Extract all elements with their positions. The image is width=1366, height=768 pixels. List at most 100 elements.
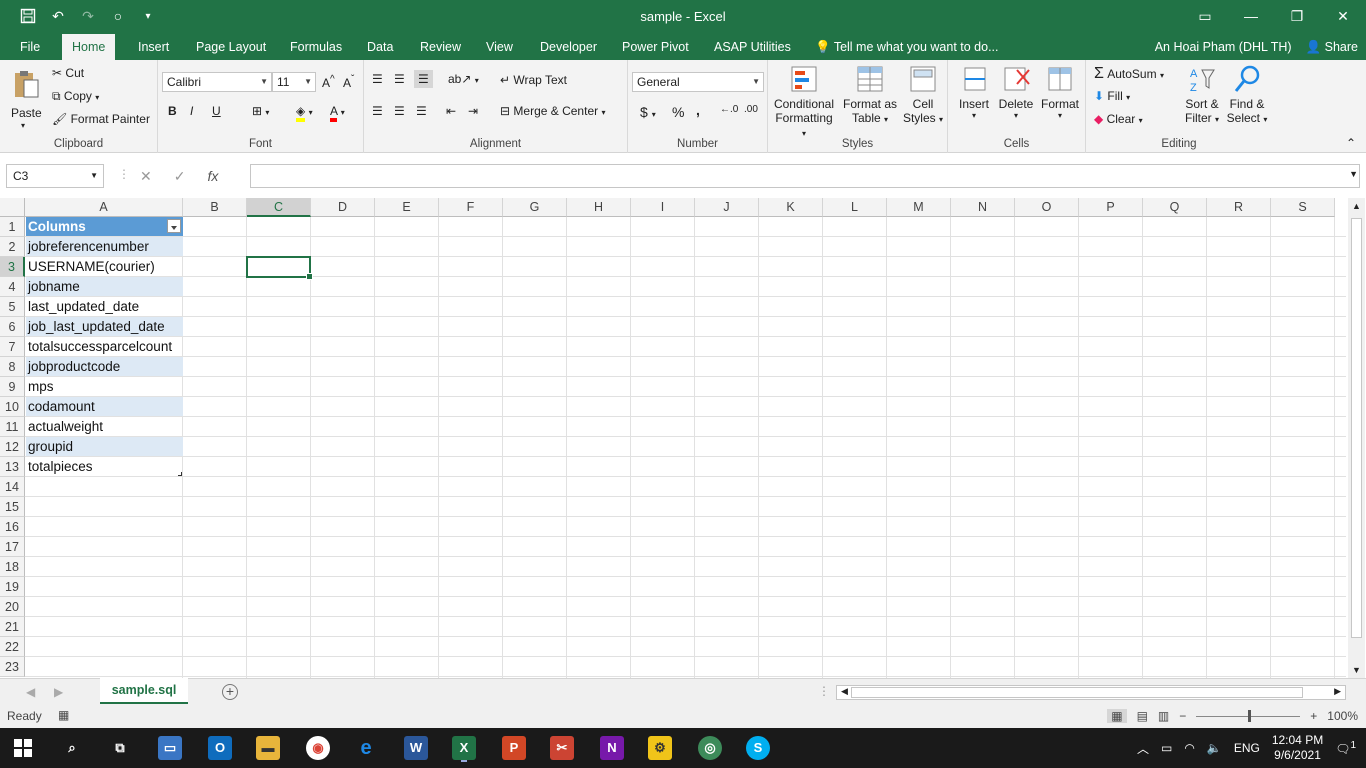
collapse-ribbon-icon[interactable]: ⌃: [1346, 136, 1356, 150]
column-header-c[interactable]: C: [247, 198, 311, 217]
tab-review[interactable]: Review: [410, 34, 471, 60]
decrease-decimal-icon[interactable]: .00: [744, 104, 758, 115]
share-button[interactable]: 👤 Share: [1306, 34, 1358, 60]
normal-view-icon[interactable]: ▦: [1107, 709, 1127, 723]
table-cell[interactable]: jobreferencenumber: [26, 237, 183, 256]
table-cell[interactable]: jobname: [26, 277, 183, 296]
font-size-combo[interactable]: 11 ▼: [272, 72, 316, 92]
table-cell[interactable]: totalsuccessparcelcount: [26, 337, 183, 356]
delete-cells-button[interactable]: Delete ▾: [996, 64, 1036, 120]
vertical-scrollbar[interactable]: ▲ ▼: [1348, 198, 1365, 678]
row-header-2[interactable]: 2: [0, 237, 25, 257]
copy-button[interactable]: ⧉ Copy ▾: [52, 89, 99, 104]
globe-app-icon[interactable]: ◎: [698, 736, 722, 760]
column-header-g[interactable]: G: [503, 198, 567, 217]
bottom-align-icon[interactable]: ☰: [414, 70, 433, 88]
utility-app-icon[interactable]: ⚙: [648, 736, 672, 760]
increase-indent-icon[interactable]: ⇥: [468, 104, 478, 118]
desktop-app-icon[interactable]: ▭: [158, 736, 182, 760]
row-header-18[interactable]: 18: [0, 557, 25, 577]
row-header-8[interactable]: 8: [0, 357, 25, 377]
row-header-4[interactable]: 4: [0, 277, 25, 297]
column-header-k[interactable]: K: [759, 198, 823, 217]
table-cell[interactable]: USERNAME(courier): [26, 257, 183, 276]
italic-button[interactable]: I: [190, 104, 193, 118]
wifi-icon[interactable]: ◠: [1184, 741, 1194, 755]
format-cells-button[interactable]: Format ▾: [1038, 64, 1082, 120]
align-left-icon[interactable]: ☰: [372, 104, 383, 118]
sort-filter-button[interactable]: AZ Sort & Filter ▾: [1182, 64, 1222, 125]
tab-home[interactable]: Home: [62, 34, 116, 60]
tab-page-layout[interactable]: Page Layout: [186, 34, 276, 60]
format-painter-button[interactable]: 🖌 Format Painter: [52, 112, 150, 126]
table-cell[interactable]: codamount: [26, 397, 183, 416]
task-view-icon[interactable]: ⧉: [108, 736, 132, 760]
row-header-21[interactable]: 21: [0, 617, 25, 637]
table-header-cell[interactable]: Columns: [26, 217, 183, 236]
column-header-l[interactable]: L: [823, 198, 887, 217]
select-all-corner[interactable]: [0, 198, 25, 217]
table-cell[interactable]: job_last_updated_date: [26, 317, 183, 336]
active-cell-c3[interactable]: [246, 256, 313, 280]
row-header-15[interactable]: 15: [0, 497, 25, 517]
user-name[interactable]: An Hoai Pham (DHL TH): [1155, 34, 1292, 60]
tab-formulas[interactable]: Formulas: [280, 34, 352, 60]
onenote-icon[interactable]: N: [600, 736, 624, 760]
column-header-i[interactable]: I: [631, 198, 695, 217]
split-handle-icon[interactable]: ⋮: [818, 684, 830, 698]
expand-formula-bar-icon[interactable]: ▼: [1349, 169, 1358, 179]
tab-asap-utilities[interactable]: ASAP Utilities: [704, 34, 801, 60]
middle-align-icon[interactable]: ☰: [394, 72, 405, 86]
row-header-22[interactable]: 22: [0, 637, 25, 657]
search-icon[interactable]: ⌕: [60, 736, 84, 760]
underline-button[interactable]: U: [212, 104, 221, 118]
clock[interactable]: 12:04 PM 9/6/2021: [1272, 733, 1323, 763]
windows-start-icon[interactable]: [14, 739, 32, 760]
bold-button[interactable]: B: [168, 104, 177, 118]
row-header-13[interactable]: 13: [0, 457, 25, 477]
tab-view[interactable]: View: [476, 34, 523, 60]
zoom-in-icon[interactable]: +: [1310, 709, 1317, 723]
row-header-17[interactable]: 17: [0, 537, 25, 557]
macro-record-icon[interactable]: ▦: [58, 708, 69, 722]
column-header-a[interactable]: A: [25, 198, 183, 217]
battery-icon[interactable]: ▭: [1161, 741, 1172, 755]
font-color-button[interactable]: A ▾: [330, 104, 345, 122]
column-header-j[interactable]: J: [695, 198, 759, 217]
fill-button[interactable]: ⬇ Fill ▾: [1094, 89, 1130, 103]
tab-file[interactable]: File: [10, 34, 50, 60]
wrap-text-button[interactable]: ↵ Wrap Text: [500, 73, 567, 87]
row-header-19[interactable]: 19: [0, 577, 25, 597]
ribbon-display-icon[interactable]: ▭: [1182, 0, 1228, 32]
shrink-font-button[interactable]: Aˇ: [343, 74, 354, 90]
increase-decimal-icon[interactable]: ←.0: [720, 104, 738, 115]
tab-power-pivot[interactable]: Power Pivot: [612, 34, 699, 60]
close-icon[interactable]: ✕: [1320, 0, 1366, 32]
clear-button[interactable]: ◆ Clear ▾: [1094, 112, 1143, 126]
row-header-14[interactable]: 14: [0, 477, 25, 497]
cell-styles-button[interactable]: Cell Styles ▾: [902, 64, 944, 132]
page-layout-view-icon[interactable]: ▤: [1137, 709, 1148, 723]
column-header-b[interactable]: B: [183, 198, 247, 217]
enter-icon[interactable]: ✓: [174, 168, 186, 185]
restore-icon[interactable]: ❐: [1274, 0, 1320, 32]
row-header-10[interactable]: 10: [0, 397, 25, 417]
column-header-s[interactable]: S: [1271, 198, 1335, 217]
minimize-icon[interactable]: —: [1228, 0, 1274, 32]
horizontal-scrollbar[interactable]: ◀ ▶: [836, 685, 1346, 700]
scroll-right-icon[interactable]: ▶: [1334, 686, 1341, 697]
table-resize-handle[interactable]: [178, 472, 182, 476]
number-format-combo[interactable]: General ▼: [632, 72, 764, 92]
zoom-level[interactable]: 100%: [1327, 709, 1358, 723]
tab-developer[interactable]: Developer: [530, 34, 607, 60]
row-header-11[interactable]: 11: [0, 417, 25, 437]
scroll-down-icon[interactable]: ▼: [1352, 665, 1361, 675]
formula-input[interactable]: [250, 164, 1360, 188]
autosum-button[interactable]: Σ AutoSum ▾: [1094, 65, 1164, 83]
row-header-20[interactable]: 20: [0, 597, 25, 617]
outlook-icon[interactable]: O: [208, 736, 232, 760]
action-center-icon[interactable]: 🗨1: [1335, 740, 1356, 756]
find-select-button[interactable]: Find & Select ▾: [1224, 64, 1270, 125]
row-header-16[interactable]: 16: [0, 517, 25, 537]
worksheet-grid[interactable]: A B C D E F G H I J K L M N O P Q R S 1 2 3 4 5 6 7 8 9 10 11 12 13 14 15…: [0, 198, 1346, 678]
